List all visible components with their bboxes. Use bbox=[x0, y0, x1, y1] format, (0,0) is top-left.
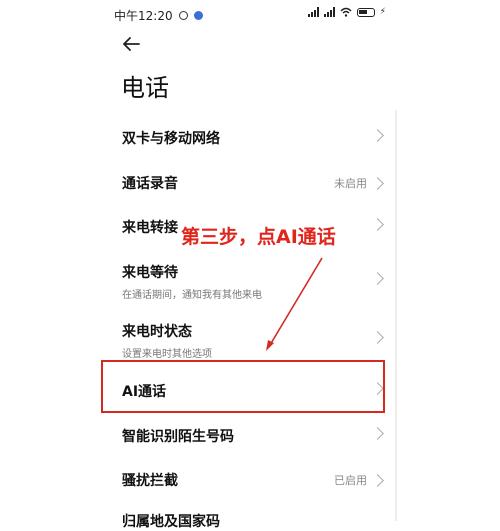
back-arrow-icon[interactable] bbox=[120, 33, 142, 55]
chevron-right-icon bbox=[371, 331, 384, 344]
item-right: 未启用 bbox=[334, 175, 384, 191]
alarm-icon bbox=[178, 11, 188, 20]
item-subtitle: 在通话期间，通知我有其他来电 bbox=[122, 290, 262, 301]
list-item-spam-blocking[interactable]: 骚扰拦截 已启用 bbox=[122, 470, 384, 490]
item-right bbox=[371, 129, 384, 142]
app-notification-icon bbox=[193, 11, 203, 20]
status-bar: 中午12:20 ⚡ bbox=[0, 0, 500, 28]
status-bar-left: 中午12:20 bbox=[114, 7, 203, 24]
item-status-value: 未启用 bbox=[334, 177, 367, 190]
wifi-icon bbox=[340, 7, 352, 17]
chevron-right-icon bbox=[371, 129, 384, 142]
chevron-right-icon bbox=[371, 218, 384, 231]
item-label: 智能识别陌生号码 bbox=[122, 429, 234, 445]
item-label: 归属地及国家码 bbox=[122, 514, 220, 530]
chevron-right-icon bbox=[371, 272, 384, 285]
list-item-call-recording[interactable]: 通话录音 未启用 bbox=[122, 173, 384, 193]
annotation-text: 第三步，点AI通话 bbox=[181, 226, 336, 248]
status-bar-right: ⚡ bbox=[307, 7, 386, 17]
list-item-identify-unknown-numbers[interactable]: 智能识别陌生号码 bbox=[122, 426, 384, 446]
item-subtitle: 设置来电时其他选项 bbox=[122, 349, 212, 360]
signal-sim1-icon bbox=[307, 7, 319, 17]
highlight-box bbox=[101, 360, 385, 413]
page-title: 电话 bbox=[121, 74, 169, 102]
list-item-incoming-call-status[interactable]: 来电时状态 设置来电时其他选项 bbox=[122, 321, 384, 360]
item-right bbox=[371, 331, 384, 344]
item-label: 来电时状态 bbox=[122, 324, 192, 340]
status-time: 中午12:20 bbox=[114, 9, 173, 23]
item-label: 来电等待 bbox=[122, 265, 178, 281]
list-item-dual-sim[interactable]: 双卡与移动网络 bbox=[122, 128, 384, 148]
scrollbar[interactable] bbox=[395, 110, 397, 521]
item-status-value: 已启用 bbox=[334, 474, 367, 487]
list-item-call-waiting[interactable]: 来电等待 在通话期间，通知我有其他来电 bbox=[122, 262, 384, 301]
item-right bbox=[371, 427, 384, 440]
item-right: 已启用 bbox=[334, 472, 384, 488]
list-item-location-country-code[interactable]: 归属地及国家码 bbox=[122, 511, 382, 531]
chevron-right-icon bbox=[371, 176, 384, 190]
charging-icon: ⚡ bbox=[379, 7, 386, 17]
signal-sim2-icon bbox=[323, 7, 335, 17]
item-right bbox=[371, 218, 384, 231]
chevron-right-icon bbox=[371, 427, 384, 440]
chevron-right-icon bbox=[371, 473, 384, 487]
item-label: 双卡与移动网络 bbox=[122, 131, 220, 147]
battery-icon bbox=[356, 7, 375, 17]
item-right bbox=[371, 272, 384, 285]
